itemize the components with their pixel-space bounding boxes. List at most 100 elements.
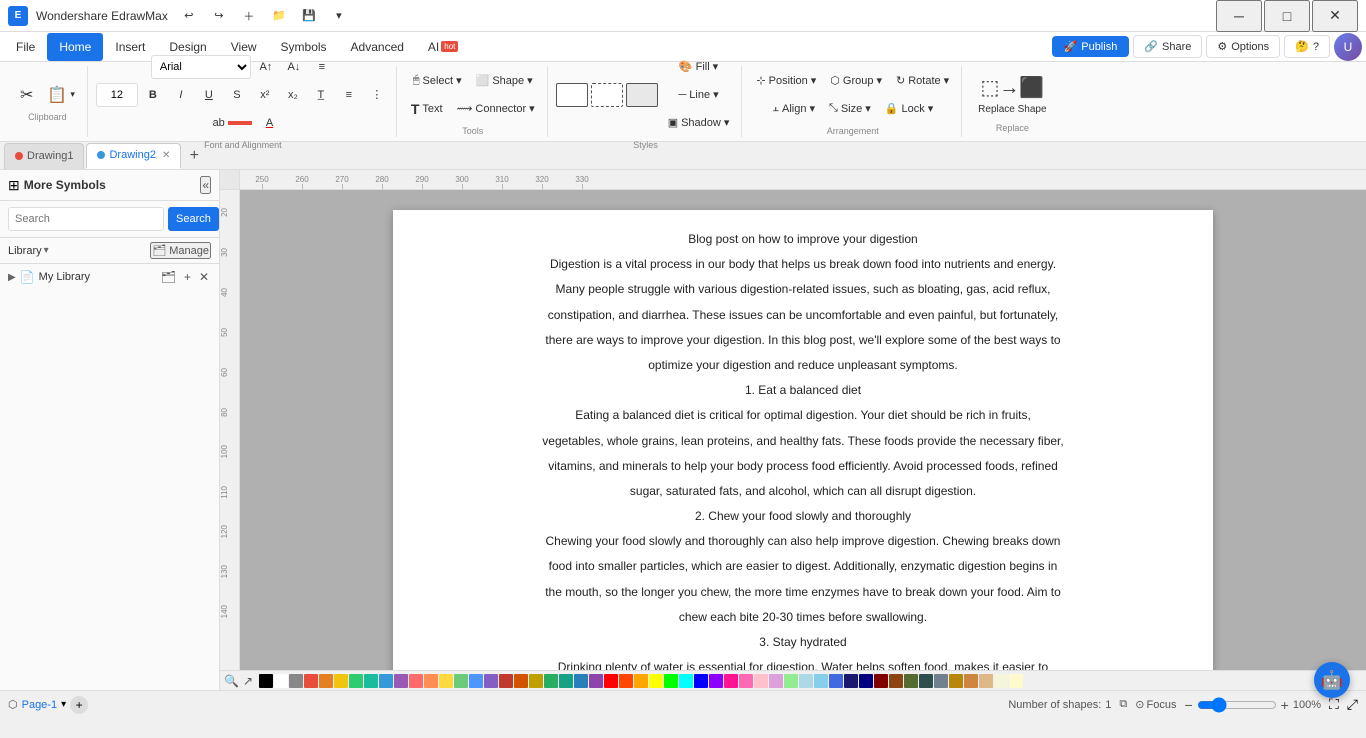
color-swatch[interactable] [484,674,498,688]
menu-ai[interactable]: AI hot [416,33,470,61]
page-dropdown-btn[interactable]: ▾ [61,699,66,710]
fill-style-btn[interactable]: 🎨 Fill ▾ [662,54,736,80]
font-size-input[interactable] [96,83,138,107]
color-swatch[interactable] [739,674,753,688]
save-btn[interactable]: 💾 [296,3,322,29]
rotate-btn[interactable]: ↻Rotate▾ [890,68,955,94]
color-swatch[interactable] [514,674,528,688]
color-swatch[interactable] [574,674,588,688]
color-swatch[interactable] [889,674,903,688]
fullscreen-btn[interactable]: ⤢ [1347,696,1358,713]
focus-btn[interactable]: ⊙ Focus [1135,698,1176,711]
color-swatch[interactable] [1009,674,1023,688]
fit-page-btn[interactable]: ⛶ [1329,696,1339,713]
color-swatch[interactable] [994,674,1008,688]
color-swatch[interactable] [919,674,933,688]
search-input[interactable] [8,207,164,231]
color-swatch[interactable] [469,674,483,688]
color-swatch[interactable] [934,674,948,688]
italic-btn[interactable]: I [168,82,194,108]
color-swatch[interactable] [589,674,603,688]
color-swatch[interactable] [439,674,453,688]
help-btn[interactable]: 🤔 ? [1284,35,1330,58]
tab-close-icon[interactable]: ✕ [162,150,170,161]
color-swatch[interactable] [364,674,378,688]
menu-advanced[interactable]: Advanced [339,33,416,61]
color-swatch[interactable] [394,674,408,688]
text-format-btn[interactable]: T̲ [308,82,334,108]
chatbot-btn[interactable]: 🤖 [1314,662,1350,698]
search-btn[interactable]: Search [168,207,219,231]
color-swatch[interactable] [904,674,918,688]
color-swatch[interactable] [424,674,438,688]
color-swatch[interactable] [754,674,768,688]
text-btn[interactable]: T Text [405,96,449,122]
color-swatch[interactable] [544,674,558,688]
options-btn[interactable]: ⚙ Options [1206,35,1280,58]
line-style-btn[interactable]: ─ Line ▾ [662,82,736,108]
share-btn[interactable]: 🔗 Share [1133,35,1202,58]
doc-tab-drawing2[interactable]: Drawing2 ✕ [86,143,181,169]
position-btn[interactable]: ⊹Position▾ [750,68,822,94]
cut-btn[interactable]: ✂ [14,82,39,108]
superscript-btn[interactable]: x² [252,82,278,108]
add-page-btn[interactable]: + [70,696,88,714]
color-swatch[interactable] [274,674,288,688]
color-swatch[interactable] [529,674,543,688]
redo-btn[interactable]: ↪ [206,3,232,29]
undo-btn[interactable]: ↩ [176,3,202,29]
color-swatch[interactable] [349,674,363,688]
color-arrow-btn[interactable]: ↗ [243,674,253,688]
replace-shape-btn[interactable]: ⬚→⬛ Replace Shape [970,71,1054,119]
library-manage-btn[interactable]: 🗂 Manage [150,242,211,259]
color-swatch[interactable] [784,674,798,688]
close-btn[interactable]: ✕ [1312,0,1358,32]
text-align-btn[interactable]: ≡ [309,54,335,80]
panel-collapse-btn[interactable]: « [200,176,211,194]
menu-file[interactable]: File [4,33,47,61]
color-swatch[interactable] [454,674,468,688]
color-swatch[interactable] [259,674,273,688]
my-library-add-btn[interactable]: + [182,268,193,286]
increase-font-btn[interactable]: A↑ [253,54,279,80]
color-swatch[interactable] [949,674,963,688]
zoom-out-btn[interactable]: − [1184,697,1192,713]
new-btn[interactable]: ＋ [236,3,262,29]
maximize-btn[interactable]: □ [1264,0,1310,32]
color-swatch[interactable] [814,674,828,688]
font-selector[interactable]: Arial [151,55,251,79]
color-swatch[interactable] [304,674,318,688]
color-swatch[interactable] [724,674,738,688]
canvas-scroll[interactable]: Blog post on how to improve your digesti… [240,190,1366,670]
color-swatch[interactable] [829,674,843,688]
style-box-1[interactable] [556,83,588,107]
color-swatch[interactable] [769,674,783,688]
user-avatar[interactable]: U [1334,33,1362,61]
doc-tab-drawing1[interactable]: Drawing1 [4,143,84,169]
color-swatch[interactable] [379,674,393,688]
more-btn[interactable]: ▾ [326,3,352,29]
size-btn[interactable]: ⤡Size▾ [823,96,877,122]
lock-btn[interactable]: 🔒Lock▾ [879,96,939,122]
style-box-2[interactable] [591,83,623,107]
color-swatch[interactable] [694,674,708,688]
color-swatch[interactable] [619,674,633,688]
menu-home[interactable]: Home [47,33,103,61]
color-swatch[interactable] [844,674,858,688]
bullet-btn[interactable]: ⋮ [364,82,390,108]
paste-btn[interactable]: 📋 ▾ [41,82,80,108]
color-swatch[interactable] [859,674,873,688]
subscript-btn[interactable]: x₂ [280,82,306,108]
bold-btn[interactable]: B [140,82,166,108]
color-swatch[interactable] [679,674,693,688]
group-btn[interactable]: ⬡Group▾ [824,68,888,94]
menu-insert[interactable]: Insert [103,33,157,61]
connector-btn[interactable]: ⟿ Connector ▾ [451,96,541,122]
minimize-btn[interactable]: ─ [1216,0,1262,32]
color-swatch[interactable] [649,674,663,688]
open-btn[interactable]: 📁 [266,3,292,29]
color-swatch[interactable] [979,674,993,688]
publish-btn[interactable]: 🚀 Publish [1052,36,1130,57]
color-swatch[interactable] [319,674,333,688]
layers-btn[interactable]: ⧉ [1119,698,1127,711]
